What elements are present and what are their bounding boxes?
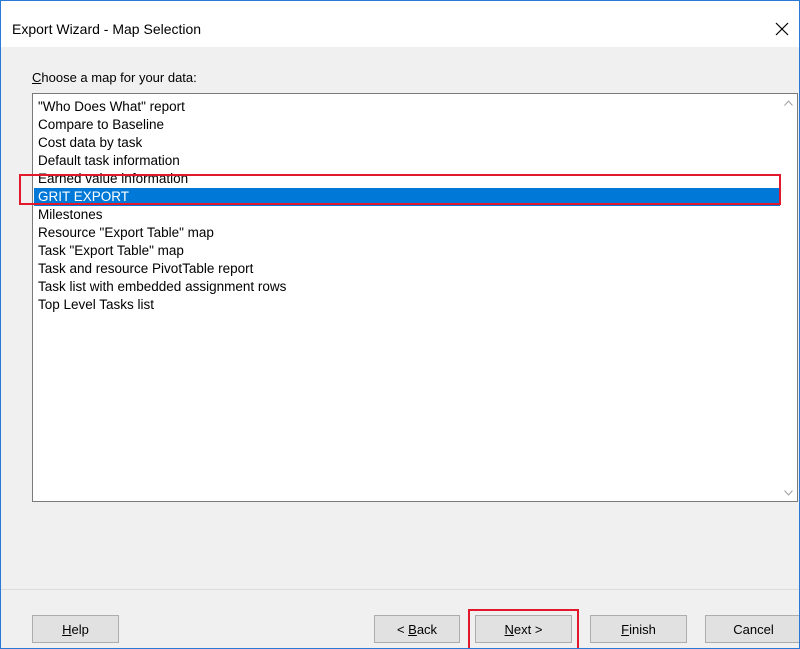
map-list-item[interactable]: Cost data by task — [34, 134, 780, 152]
next-button[interactable]: Next > — [475, 615, 572, 643]
cancel-button[interactable]: Cancel — [705, 615, 799, 643]
window-title: Export Wizard - Map Selection — [12, 21, 202, 37]
map-list-item[interactable]: Resource "Export Table" map — [34, 224, 780, 242]
accelerator-key: N — [504, 621, 514, 637]
map-list-item[interactable]: Task "Export Table" map — [34, 242, 780, 260]
accelerator-key: H — [62, 621, 72, 637]
map-list-item[interactable]: GRIT EXPORT — [34, 188, 780, 206]
map-list-item[interactable]: Task list with embedded assignment rows — [34, 278, 780, 296]
help-button[interactable]: Help — [32, 615, 119, 643]
chevron-up-icon — [784, 99, 793, 106]
help-button-text: elp — [71, 621, 89, 637]
close-button[interactable] — [765, 12, 799, 46]
map-list-label-text: hoose a map for your data: — [41, 70, 197, 85]
back-button[interactable]: < Back — [374, 615, 460, 643]
map-list-item[interactable]: Earned value information — [34, 170, 780, 188]
close-icon — [775, 22, 789, 36]
map-list-item[interactable]: Top Level Tasks list — [34, 296, 780, 314]
map-list-label: Choose a map for your data: — [32, 70, 197, 85]
vertical-scrollbar[interactable] — [780, 94, 797, 501]
next-button-text: ext > — [513, 621, 543, 637]
finish-button[interactable]: Finish — [590, 615, 687, 643]
map-listbox[interactable]: "Who Does What" report Compare to Baselin… — [32, 93, 798, 502]
map-list-item[interactable]: "Who Does What" report — [34, 98, 780, 116]
finish-button-text: inish — [629, 621, 656, 637]
back-button-text: ack — [416, 621, 438, 637]
button-area-divider — [1, 589, 799, 590]
accelerator-key: B — [408, 621, 417, 637]
scroll-down-button[interactable] — [780, 484, 797, 501]
map-list-item[interactable]: Default task information — [34, 152, 780, 170]
accelerator-key: F — [621, 621, 630, 637]
scroll-up-button[interactable] — [780, 94, 797, 111]
map-list-item[interactable]: Task and resource PivotTable report — [34, 260, 780, 278]
accelerator-key: C — [32, 70, 42, 85]
map-list-item[interactable]: Milestones — [34, 206, 780, 224]
export-wizard-dialog: Export Wizard - Map Selection Choose a m… — [0, 0, 800, 649]
chevron-down-icon — [784, 489, 793, 496]
map-list: "Who Does What" report Compare to Baselin… — [34, 98, 780, 314]
title-bar: Export Wizard - Map Selection — [1, 1, 799, 47]
back-button-prefix: < — [396, 621, 409, 637]
map-list-item[interactable]: Compare to Baseline — [34, 116, 780, 134]
